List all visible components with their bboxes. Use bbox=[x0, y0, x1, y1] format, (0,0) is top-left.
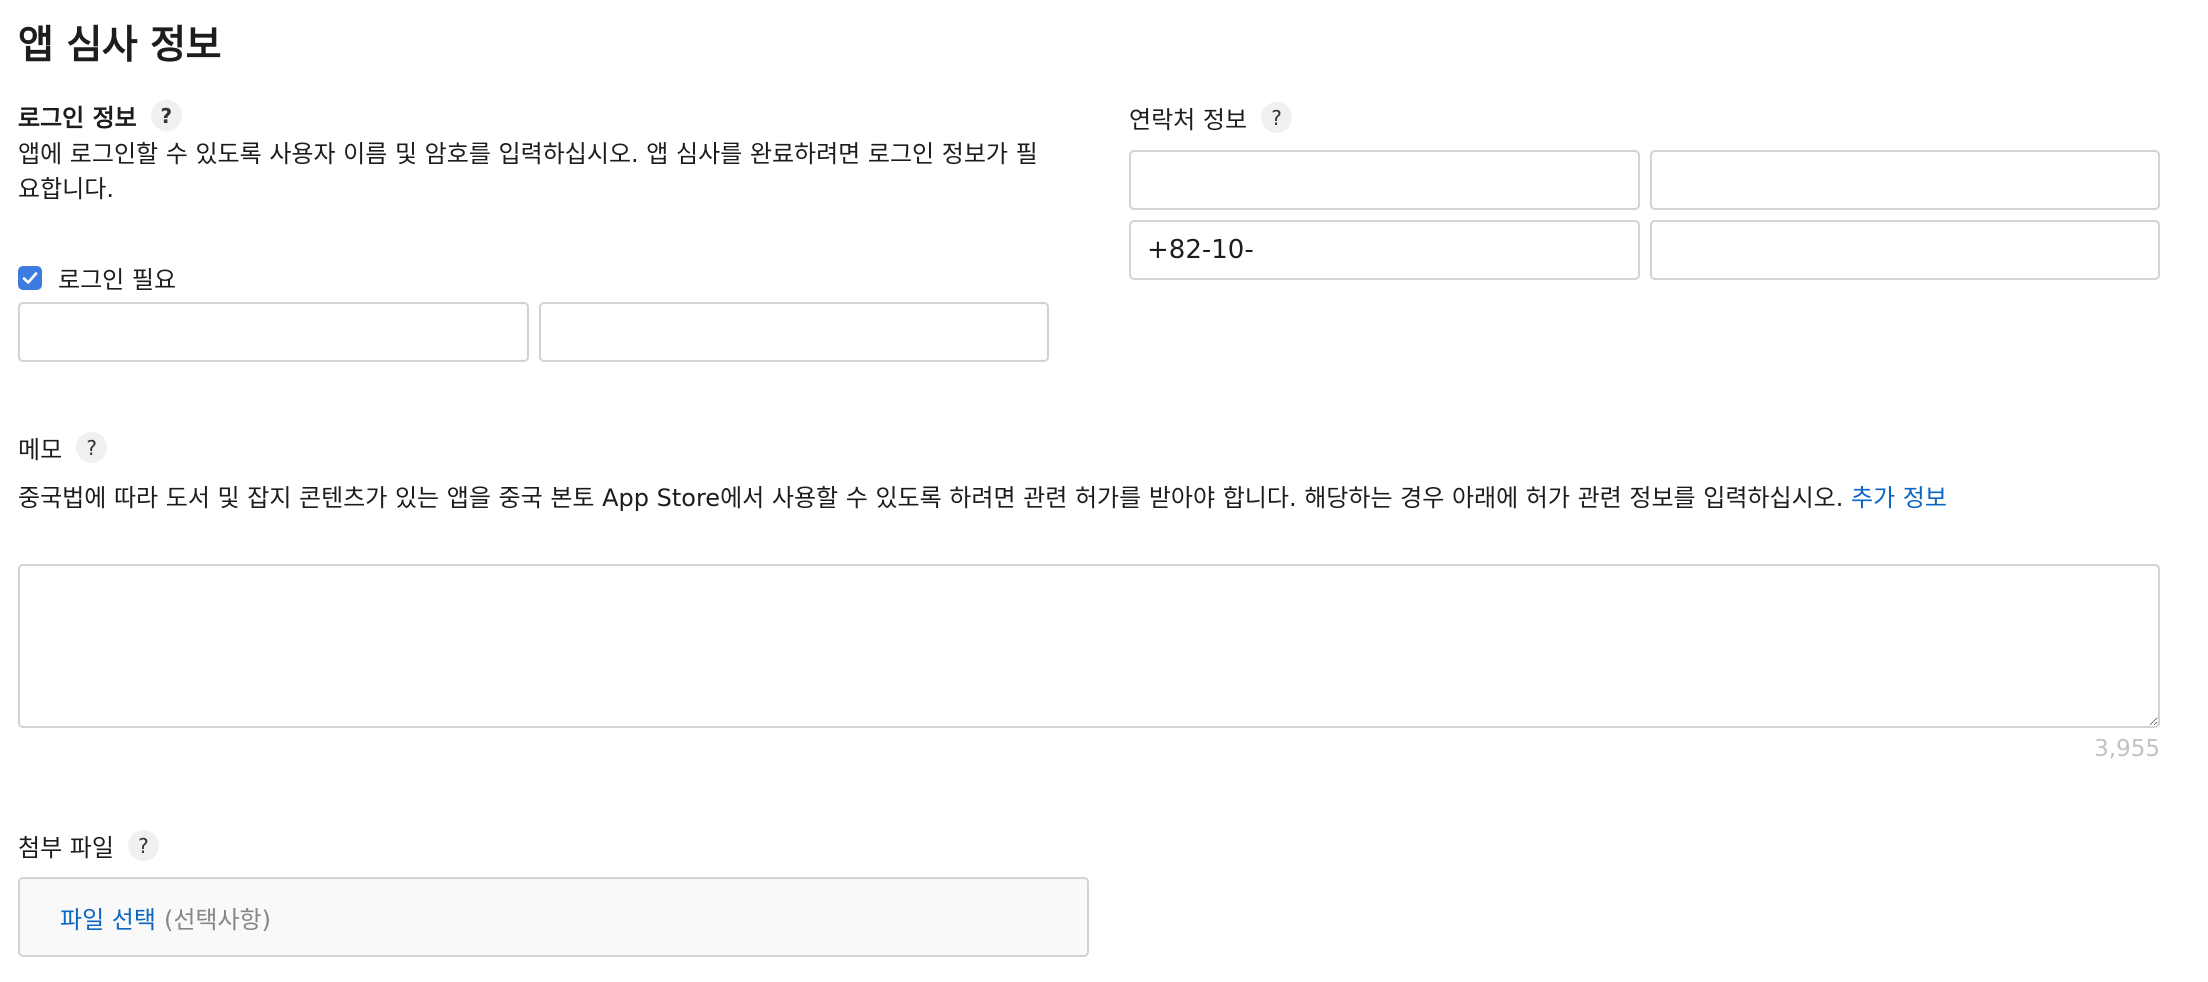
optional-label: (선택사항) bbox=[163, 905, 271, 934]
login-required-label: 로그인 필요 bbox=[58, 266, 177, 294]
contact-info-help-icon[interactable]: ? bbox=[1261, 102, 1293, 133]
login-info-help-icon[interactable]: ? bbox=[150, 100, 182, 131]
attachment-label-row: 첨부 파일 ? bbox=[18, 828, 159, 863]
memo-label: 메모 bbox=[18, 436, 63, 464]
attachment-label: 첨부 파일 bbox=[18, 834, 114, 862]
page-title: 앱 심사 정보 bbox=[18, 23, 222, 68]
memo-description: 중국법에 따라 도서 및 잡지 콘텐츠가 있는 앱을 중국 본토 App Sto… bbox=[18, 484, 1844, 512]
choose-file-link[interactable]: 파일 선택 bbox=[60, 900, 156, 935]
contact-last-name-input[interactable] bbox=[1650, 150, 2160, 210]
checkmark-icon bbox=[22, 271, 38, 284]
contact-info-label: 연락처 정보 bbox=[1129, 106, 1248, 134]
more-info-link[interactable]: 추가 정보 bbox=[1851, 484, 1947, 512]
password-input[interactable] bbox=[539, 302, 1049, 362]
login-info-label: 로그인 정보 bbox=[18, 104, 137, 132]
memo-label-row: 메모 ? bbox=[18, 430, 108, 465]
contact-email-input[interactable] bbox=[1650, 220, 2160, 280]
contact-phone-input[interactable] bbox=[1129, 220, 1640, 280]
memo-remaining-counter: 3,955 bbox=[2094, 736, 2160, 762]
login-required-row: 로그인 필요 bbox=[18, 260, 176, 295]
login-info-label-row: 로그인 정보 ? bbox=[18, 98, 182, 133]
login-required-checkbox[interactable] bbox=[18, 265, 42, 290]
contact-info-label-row: 연락처 정보 ? bbox=[1129, 100, 1293, 135]
attachment-help-icon[interactable]: ? bbox=[127, 830, 159, 861]
memo-help-icon[interactable]: ? bbox=[76, 432, 108, 463]
login-info-description: 앱에 로그인할 수 있도록 사용자 이름 및 암호를 입력하십시오. 앱 심사를… bbox=[18, 140, 1038, 203]
memo-description-row: 중국법에 따라 도서 및 잡지 콘텐츠가 있는 앱을 중국 본토 App Sto… bbox=[18, 481, 2178, 516]
contact-first-name-input[interactable] bbox=[1129, 150, 1640, 210]
memo-textarea[interactable] bbox=[18, 564, 2160, 728]
username-input[interactable] bbox=[18, 302, 529, 362]
file-drop-area[interactable]: 파일 선택 (선택사항) bbox=[18, 877, 1089, 957]
